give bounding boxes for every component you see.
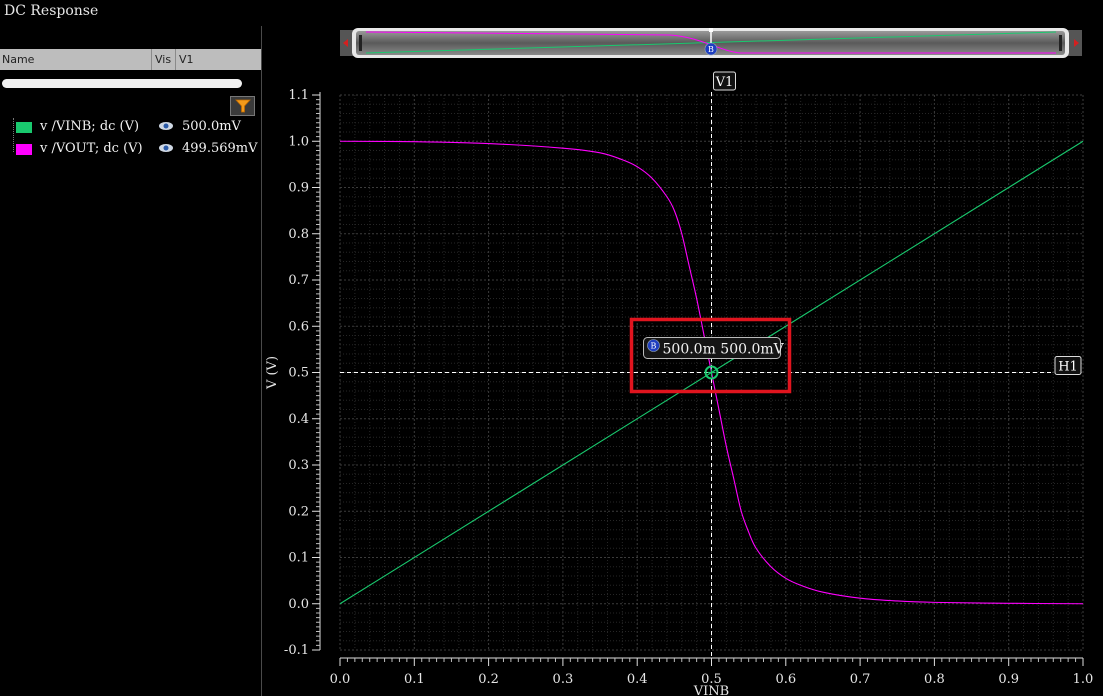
x-tick-label: 0.8 xyxy=(924,672,945,687)
column-name-header[interactable]: Name xyxy=(2,53,34,66)
y-tick-label: 1.0 xyxy=(288,134,309,149)
marker-readout-text: 500.0m 500.0mV xyxy=(663,342,785,358)
y-tick-label: 0.3 xyxy=(288,458,309,473)
y-tick-label: 0.5 xyxy=(288,366,309,381)
eye-icon[interactable] xyxy=(158,120,174,136)
y-tick-label: 0.0 xyxy=(288,597,309,612)
dc-response-plot[interactable]: -0.1 0.0 0.1 0.2 0.3 0.4 0.5 0.6 0.7 0.8 0.9 1.0 1.1… xyxy=(262,60,1103,696)
y-tick-label: 1.1 xyxy=(288,88,309,103)
y-tick-label: 0.1 xyxy=(288,551,309,566)
signal-name: v /VOUT; dc (V) xyxy=(40,141,143,156)
y-tick-label: 0.8 xyxy=(288,227,309,242)
marker-b-icon-label: B xyxy=(651,342,657,351)
window-title: DC Response xyxy=(4,3,99,19)
tree-connector xyxy=(13,118,15,152)
vertical-cursor-label: V1 xyxy=(715,75,734,90)
y-tick-label: 0.7 xyxy=(288,273,309,288)
x-tick-label: 0.2 xyxy=(478,672,499,687)
x-tick-label: 0.4 xyxy=(627,672,648,687)
x-tick-label: 0.6 xyxy=(775,672,796,687)
y-axis-label: V (V) xyxy=(265,356,280,390)
filter-button[interactable] xyxy=(230,96,255,116)
y-tick-label: 0.4 xyxy=(288,412,309,427)
signal-value: 500.0mV xyxy=(182,119,241,134)
overview-zoom-bar[interactable]: B xyxy=(340,27,1082,58)
signal-color-swatch xyxy=(16,144,32,155)
x-tick-label: 1.0 xyxy=(1073,672,1094,687)
y-tick-label: 0.9 xyxy=(288,181,309,196)
x-tick-label: 0.1 xyxy=(404,672,425,687)
x-tick-label: 0.0 xyxy=(330,672,351,687)
x-tick-label: 0.3 xyxy=(553,672,574,687)
signal-value: 499.569mV xyxy=(182,141,258,156)
column-vis-header[interactable]: Vis xyxy=(151,49,174,70)
x-axis-label: VINB xyxy=(693,684,729,696)
x-tick-label: 0.9 xyxy=(998,672,1019,687)
horizontal-cursor-label: H1 xyxy=(1058,360,1078,375)
signal-filter-input[interactable] xyxy=(2,79,242,88)
y-tick-label: 0.2 xyxy=(288,504,309,519)
left-handle[interactable] xyxy=(359,35,362,51)
x-tick-label: 0.7 xyxy=(850,672,871,687)
y-tick-label: -0.1 xyxy=(284,643,309,658)
right-handle[interactable] xyxy=(1059,35,1062,51)
overview-cursor-cap xyxy=(709,28,713,32)
filter-icon xyxy=(235,99,251,113)
column-v1-header[interactable]: V1 xyxy=(175,49,261,70)
y-tick-label: 0.6 xyxy=(288,319,309,334)
signal-table-header: Name Vis V1 xyxy=(0,49,261,70)
eye-icon[interactable] xyxy=(158,142,174,158)
signal-color-swatch xyxy=(16,122,32,133)
signal-name: v /VINB; dc (V) xyxy=(40,119,140,134)
overview-marker-label: B xyxy=(708,45,714,54)
